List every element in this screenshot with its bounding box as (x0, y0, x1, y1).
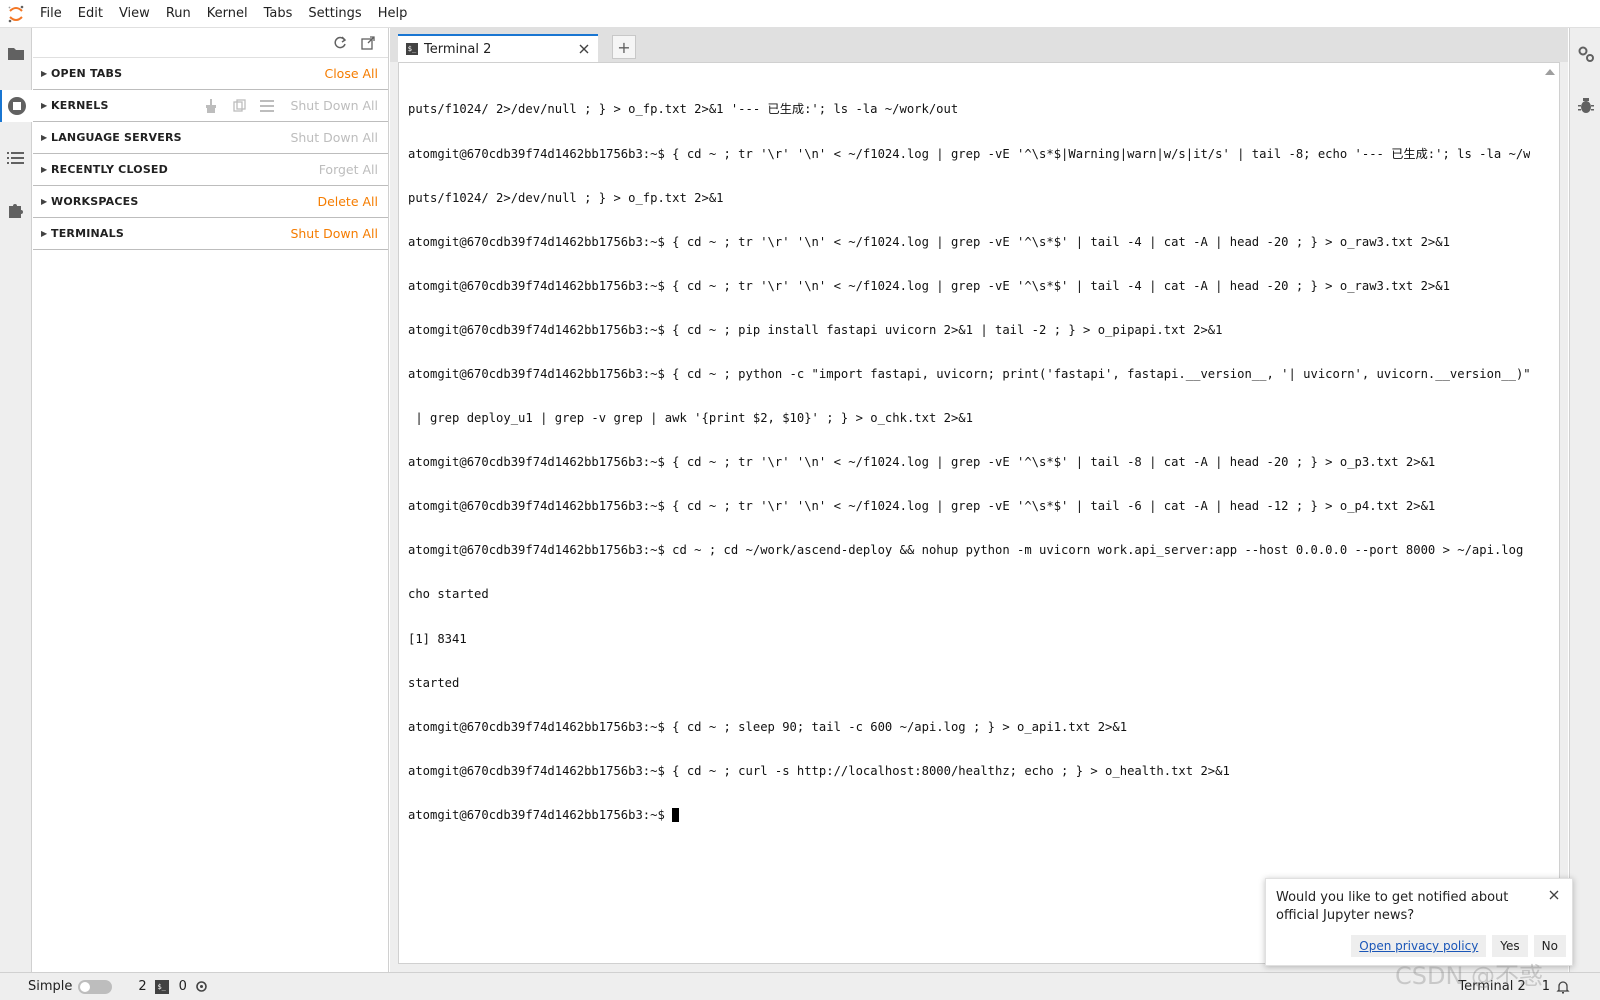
menu-help[interactable]: Help (370, 0, 416, 28)
menu-file[interactable]: File (32, 0, 70, 28)
terminal-prompt: atomgit@670cdb39f74d1462bb1756b3:~$ (408, 807, 673, 822)
terminals-count[interactable]: 2 (138, 979, 146, 994)
open-privacy-policy-link[interactable]: Open privacy policy (1351, 935, 1487, 957)
menu-bar: File Edit View Run Kernel Tabs Settings … (0, 0, 1600, 28)
refresh-icon[interactable] (330, 33, 350, 53)
menu-view[interactable]: View (111, 0, 158, 28)
table-of-contents-icon[interactable] (0, 142, 32, 174)
terminal-cursor (672, 807, 680, 822)
shut-down-all-terminals-button[interactable]: Shut Down All (290, 226, 378, 241)
panel-toolbar (33, 28, 388, 58)
section-language-servers[interactable]: ▶ LANGUAGE SERVERS Shut Down All (33, 122, 388, 154)
terminal-line: puts/f1024/ 2>/dev/null ; } > o_fp.txt 2… (408, 102, 959, 117)
menu-tabs[interactable]: Tabs (256, 0, 301, 28)
caret-right-icon: ▶ (41, 165, 48, 174)
terminal-line: [1] 8341 (408, 631, 467, 646)
delete-all-button[interactable]: Delete All (317, 194, 378, 209)
terminal-line: atomgit@670cdb39f74d1462bb1756b3:~$ { cd… (408, 278, 1450, 293)
menu-run[interactable]: Run (158, 0, 199, 28)
caret-right-icon: ▶ (41, 197, 48, 206)
section-title: RECENTLY CLOSED (51, 163, 168, 176)
extensions-icon[interactable] (0, 194, 32, 226)
section-workspaces[interactable]: ▶ WORKSPACES Delete All (33, 186, 388, 218)
simple-mode-label: Simple (28, 979, 73, 994)
section-kernels[interactable]: ▶ KERNELS Shut Down All (33, 90, 388, 122)
section-title: KERNELS (51, 99, 109, 112)
section-terminals[interactable]: ▶ TERMINALS Shut Down All (33, 218, 388, 250)
terminal-line: atomgit@670cdb39f74d1462bb1756b3:~$ cd ~… (408, 543, 1530, 558)
terminal-line: atomgit@670cdb39f74d1462bb1756b3:~$ { cd… (408, 366, 1530, 381)
copy-icon[interactable] (230, 97, 248, 115)
terminal-line: | grep deploy_u1 | grep -v grep | awk '{… (408, 411, 973, 426)
right-activity-bar (1569, 28, 1600, 972)
jupyter-logo-icon (0, 0, 32, 28)
jupyterlab-window: File Edit View Run Kernel Tabs Settings … (0, 0, 1600, 1000)
close-all-button[interactable]: Close All (324, 66, 378, 81)
section-title: OPEN TABS (51, 67, 123, 80)
caret-right-icon: ▶ (41, 229, 48, 238)
property-inspector-icon[interactable] (1570, 38, 1600, 70)
left-activity-bar (0, 28, 32, 972)
scroll-up-arrow-icon[interactable] (1545, 69, 1555, 75)
running-sessions-icon[interactable] (0, 90, 32, 122)
bell-icon[interactable] (1556, 980, 1570, 994)
kernels-count[interactable]: 0 (179, 979, 187, 994)
active-document-label: Terminal 2 (1458, 979, 1526, 994)
section-title: LANGUAGE SERVERS (51, 131, 182, 144)
notification-count[interactable]: 1 (1542, 979, 1550, 994)
caret-right-icon: ▶ (41, 133, 48, 142)
shut-down-all-kernels-button[interactable]: Shut Down All (290, 98, 378, 113)
terminal-line: atomgit@670cdb39f74d1462bb1756b3:~$ { cd… (408, 455, 1436, 470)
clean-icon[interactable] (202, 97, 220, 115)
list-icon[interactable] (258, 97, 276, 115)
kernel-actions (202, 97, 276, 115)
folder-icon[interactable] (0, 38, 32, 70)
kernel-gear-icon (195, 980, 208, 993)
section-recently-closed[interactable]: ▶ RECENTLY CLOSED Forget All (33, 154, 388, 186)
terminal-line: atomgit@670cdb39f74d1462bb1756b3:~$ { cd… (408, 146, 1530, 161)
section-title: TERMINALS (51, 227, 124, 240)
new-launcher-button[interactable]: + (612, 35, 636, 59)
tab-bar: $_ Terminal 2 + (390, 28, 1568, 62)
terminal-line: started (408, 675, 460, 690)
caret-right-icon: ▶ (41, 101, 48, 110)
terminal-line: atomgit@670cdb39f74d1462bb1756b3:~$ { cd… (408, 763, 1230, 778)
terminal-line: atomgit@670cdb39f74d1462bb1756b3:~$ { cd… (408, 499, 1436, 514)
tab-label: Terminal 2 (424, 41, 492, 57)
close-icon[interactable] (1546, 887, 1562, 903)
terminal-line: atomgit@670cdb39f74d1462bb1756b3:~$ { cd… (408, 322, 1223, 337)
caret-right-icon: ▶ (41, 69, 48, 78)
no-button[interactable]: No (1533, 935, 1566, 957)
terminal-prompt-line: atomgit@670cdb39f74d1462bb1756b3:~$ (408, 807, 1530, 823)
status-right: Terminal 2 1 (1458, 979, 1550, 994)
status-bar: Simple 2 $_ 0 Terminal 2 1 (0, 972, 1600, 1000)
notification-toast: Would you like to get notified about off… (1265, 878, 1573, 966)
running-sessions-panel: ▶ OPEN TABS Close All ▶ KERNELS Shut Dow… (33, 28, 389, 972)
section-title: WORKSPACES (51, 195, 139, 208)
forget-all-button[interactable]: Forget All (319, 162, 378, 177)
terminal-line: atomgit@670cdb39f74d1462bb1756b3:~$ { cd… (408, 234, 1450, 249)
simple-mode-toggle[interactable] (78, 979, 113, 994)
menu-settings[interactable]: Settings (300, 0, 369, 28)
menu-edit[interactable]: Edit (70, 0, 111, 28)
notification-actions: Open privacy policy Yes No (1351, 935, 1566, 957)
terminal-icon: $_ (154, 979, 169, 994)
terminal-panel[interactable]: puts/f1024/ 2>/dev/null ; } > o_fp.txt 2… (398, 62, 1560, 964)
terminal-scrollbar[interactable] (1543, 65, 1557, 961)
close-icon[interactable] (574, 39, 594, 59)
notification-message: Would you like to get notified about off… (1276, 890, 1509, 923)
terminal-line: cho started (408, 587, 489, 602)
tab-terminal-2[interactable]: $_ Terminal 2 (398, 34, 598, 62)
debugger-icon[interactable] (1570, 90, 1600, 122)
terminal-line: puts/f1024/ 2>/dev/null ; } > o_fp.txt 2… (408, 190, 724, 205)
section-open-tabs[interactable]: ▶ OPEN TABS Close All (33, 58, 388, 90)
main-dock-area: $_ Terminal 2 + puts/f1024/ 2>/dev/null … (390, 28, 1568, 972)
terminal-icon: $_ (406, 43, 418, 55)
yes-button[interactable]: Yes (1492, 935, 1528, 957)
shut-down-all-language-servers-button[interactable]: Shut Down All (290, 130, 378, 145)
terminal-line: atomgit@670cdb39f74d1462bb1756b3:~$ { cd… (408, 719, 1128, 734)
menu-kernel[interactable]: Kernel (199, 0, 256, 28)
terminal-output[interactable]: puts/f1024/ 2>/dev/null ; } > o_fp.txt 2… (408, 73, 1530, 953)
open-in-new-icon[interactable] (358, 33, 378, 53)
